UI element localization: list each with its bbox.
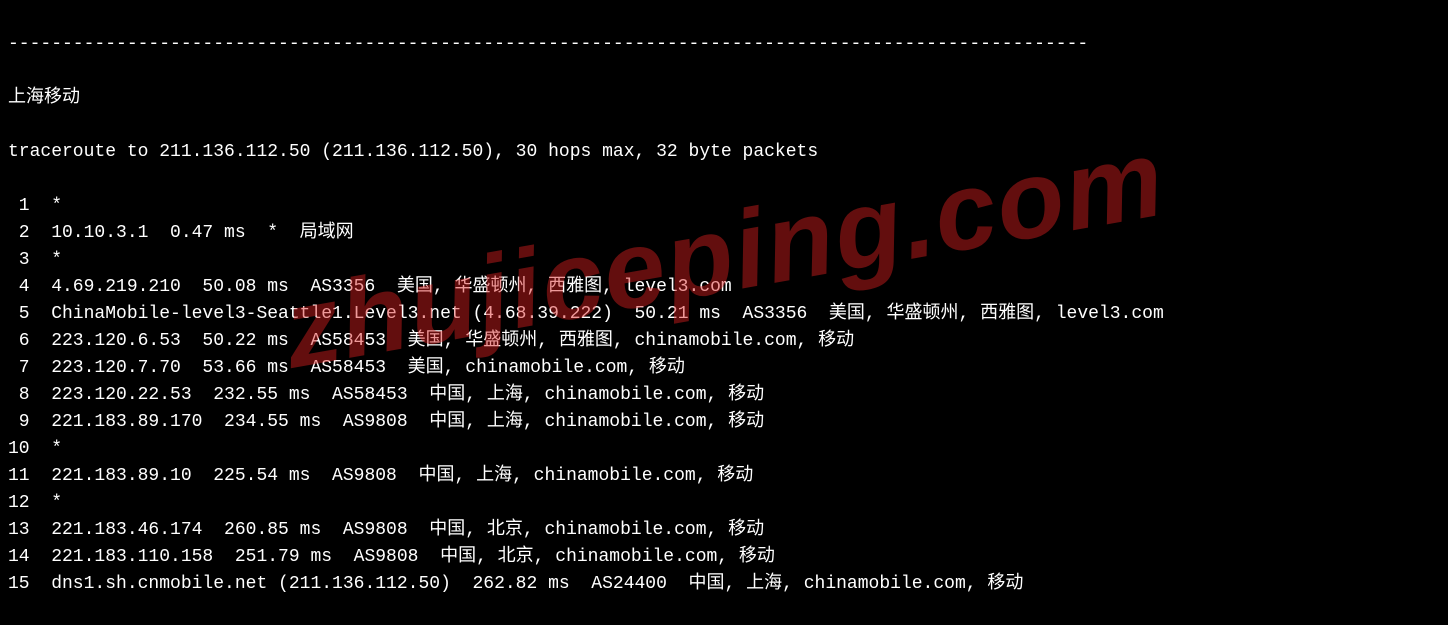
traceroute-title: 上海移动 xyxy=(8,85,1440,112)
hop-line: 8 223.120.22.53 232.55 ms AS58453 中国, 上海… xyxy=(8,382,1440,409)
hop-line: 9 221.183.89.170 234.55 ms AS9808 中国, 上海… xyxy=(8,409,1440,436)
hop-line: 3 * xyxy=(8,247,1440,274)
hop-line: 13 221.183.46.174 260.85 ms AS9808 中国, 北… xyxy=(8,517,1440,544)
hop-line: 7 223.120.7.70 53.66 ms AS58453 美国, chin… xyxy=(8,355,1440,382)
terminal-output: ----------------------------------------… xyxy=(8,4,1440,625)
hop-line: 10 * xyxy=(8,436,1440,463)
hop-line: 12 * xyxy=(8,490,1440,517)
hop-line: 15 dns1.sh.cnmobile.net (211.136.112.50)… xyxy=(8,571,1440,598)
hops-list: 1 * 2 10.10.3.1 0.47 ms * 局域网 3 * 4 4.69… xyxy=(8,193,1440,598)
hop-line: 4 4.69.219.210 50.08 ms AS3356 美国, 华盛顿州,… xyxy=(8,274,1440,301)
traceroute-header: traceroute to 211.136.112.50 (211.136.11… xyxy=(8,139,1440,166)
hop-line: 6 223.120.6.53 50.22 ms AS58453 美国, 华盛顿州… xyxy=(8,328,1440,355)
divider-line: ----------------------------------------… xyxy=(8,31,1440,58)
hop-line: 11 221.183.89.10 225.54 ms AS9808 中国, 上海… xyxy=(8,463,1440,490)
hop-line: 2 10.10.3.1 0.47 ms * 局域网 xyxy=(8,220,1440,247)
hop-line: 1 * xyxy=(8,193,1440,220)
hop-line: 14 221.183.110.158 251.79 ms AS9808 中国, … xyxy=(8,544,1440,571)
hop-line: 5 ChinaMobile-level3-Seattle1.Level3.net… xyxy=(8,301,1440,328)
